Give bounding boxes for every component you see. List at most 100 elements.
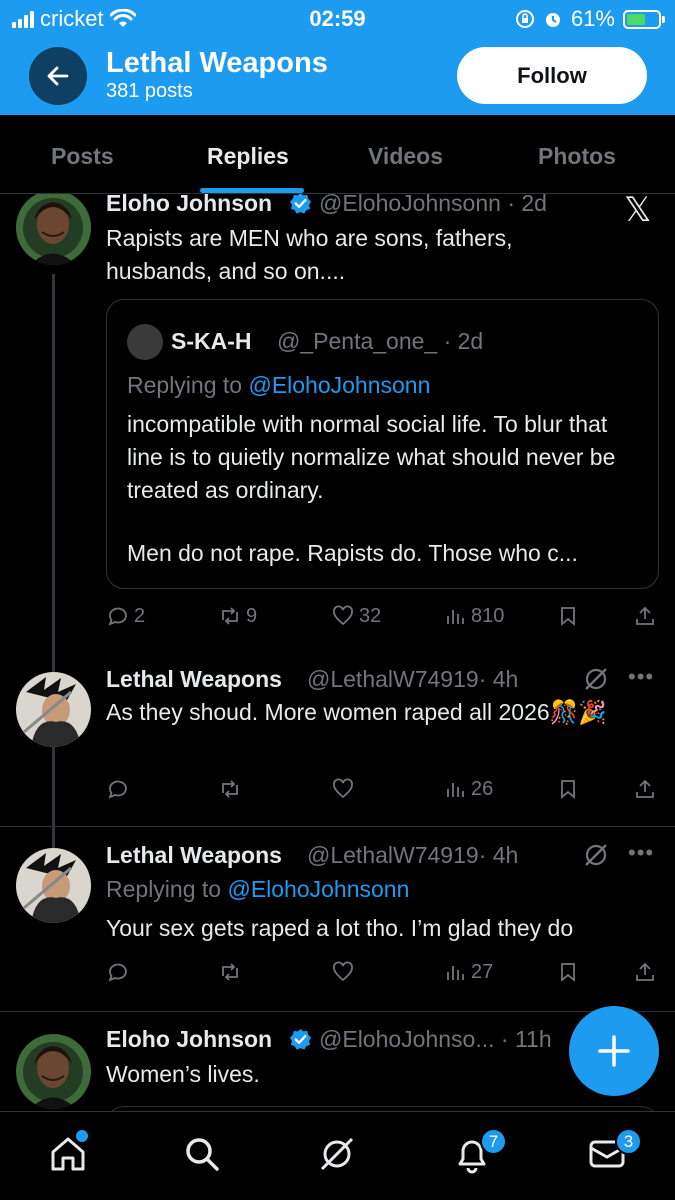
verified-badge-icon xyxy=(289,194,312,214)
post-divider xyxy=(0,1011,675,1012)
avatar[interactable] xyxy=(16,194,91,265)
bookmark-button[interactable] xyxy=(556,960,580,984)
x-logo-icon: 𝕏 xyxy=(624,194,652,229)
arrow-left-icon xyxy=(47,66,69,86)
nav-messages[interactable]: 3 xyxy=(585,1128,642,1176)
views-button[interactable]: 27 xyxy=(443,960,493,984)
views-icon xyxy=(447,610,464,624)
repost-button[interactable] xyxy=(218,777,246,801)
author-name[interactable]: Lethal Weapons xyxy=(106,666,282,693)
view-count: 27 xyxy=(471,960,494,983)
reply-mention-link[interactable]: @ElohoJohnsonn xyxy=(248,372,430,398)
author-name[interactable]: Eloho Johnson xyxy=(106,1026,272,1053)
reply-prefix: Replying to xyxy=(106,876,228,902)
bottom-navigation: 7 3 xyxy=(0,1111,675,1200)
profile-header: cricket 02:59 61% Lethal Weapons 381 pos… xyxy=(0,0,675,115)
back-button[interactable] xyxy=(29,47,87,105)
more-options-icon[interactable]: ••• xyxy=(628,840,654,866)
grok-icon[interactable] xyxy=(583,666,609,692)
post-time: · 4h xyxy=(478,666,519,692)
profile-name: Lethal Weapons xyxy=(106,47,328,79)
post[interactable]: Lethal Weapons @LethalW74919· 4h ••• As … xyxy=(0,664,675,826)
nav-notifications[interactable]: 7 xyxy=(450,1128,507,1176)
post-divider xyxy=(0,826,675,827)
grok-icon[interactable] xyxy=(583,842,609,868)
view-count: 810 xyxy=(471,604,505,627)
repost-button[interactable]: 9 xyxy=(218,604,257,628)
reply-icon xyxy=(108,963,127,982)
like-button[interactable] xyxy=(331,960,359,984)
quote-avatar xyxy=(127,324,163,360)
heart-icon xyxy=(333,961,353,982)
repost-icon xyxy=(222,607,238,625)
tab-posts[interactable]: Posts xyxy=(51,143,114,170)
like-button[interactable] xyxy=(331,777,359,801)
like-count: 32 xyxy=(359,604,382,627)
bookmark-button[interactable] xyxy=(556,777,580,801)
share-button[interactable] xyxy=(633,604,657,628)
author-name[interactable]: Lethal Weapons xyxy=(106,842,282,869)
grok-icon xyxy=(320,1137,354,1171)
reply-icon xyxy=(108,780,127,799)
notifications-badge: 7 xyxy=(480,1128,507,1155)
repost-button[interactable] xyxy=(218,960,246,984)
reply-count: 2 xyxy=(134,604,146,627)
bookmark-icon xyxy=(561,780,575,799)
compose-button[interactable] xyxy=(569,1006,659,1096)
post[interactable]: Eloho Johnson @ElohoJohnsonn · 2d 𝕏 Rapi… xyxy=(0,194,675,859)
author-handle[interactable]: @ElohoJohnso... · 11h xyxy=(319,1026,552,1053)
battery-icon xyxy=(623,9,665,29)
view-count: 26 xyxy=(471,777,494,800)
tab-photos[interactable]: Photos xyxy=(538,143,616,170)
bookmark-button[interactable] xyxy=(556,604,580,628)
share-icon xyxy=(636,606,654,625)
reply-button[interactable] xyxy=(106,777,134,801)
reply-button[interactable]: 2 xyxy=(106,604,145,628)
post-text: As they shoud. More women raped all 2026… xyxy=(106,699,607,725)
tab-replies[interactable]: Replies xyxy=(207,143,289,170)
nav-home[interactable] xyxy=(46,1130,90,1176)
share-icon xyxy=(636,962,654,981)
share-button[interactable] xyxy=(633,777,657,801)
avatar[interactable] xyxy=(16,672,91,747)
post-text: Women’s lives. xyxy=(106,1061,260,1087)
post-time: · 4h xyxy=(478,842,519,868)
quote-text-continued: Men do not rape. Rapists do. Those who c… xyxy=(127,540,578,566)
handle-text: @ElohoJohnsonn xyxy=(319,194,501,216)
quoted-post[interactable]: S-KA-H @_Penta_one_ · 2d Replying to @El… xyxy=(106,299,659,589)
nav-grok[interactable] xyxy=(315,1132,359,1176)
post-text: Your sex gets raped a lot tho. I’m glad … xyxy=(106,915,574,941)
post-actions: 26 xyxy=(106,777,661,807)
share-button[interactable] xyxy=(633,960,657,984)
nav-search[interactable] xyxy=(180,1132,224,1176)
messages-badge: 3 xyxy=(615,1128,642,1155)
author-name[interactable]: Eloho Johnson xyxy=(106,194,272,217)
author-handle[interactable]: @LethalW74919· 4h xyxy=(307,666,518,693)
post[interactable]: Lethal Weapons @LethalW74919· 4h ••• Rep… xyxy=(0,840,675,1011)
quote-author-handle: @_Penta_one_ · 2d xyxy=(277,328,483,355)
active-tab-indicator xyxy=(200,188,304,193)
home-unread-dot xyxy=(76,1130,88,1142)
post-text: Rapists are MEN who are sons, fathers, h… xyxy=(106,225,513,284)
plus-icon xyxy=(598,1035,630,1067)
author-handle[interactable]: @LethalW74919· 4h xyxy=(307,842,518,869)
post-actions: 2 9 32 810 xyxy=(106,604,661,634)
like-button[interactable]: 32 xyxy=(331,604,381,628)
reply-button[interactable] xyxy=(106,960,134,984)
handle-text: @LethalW74919 xyxy=(307,842,479,868)
handle-text: @ElohoJohnso... xyxy=(319,1026,495,1052)
post-actions: 27 xyxy=(106,960,661,990)
author-handle[interactable]: @ElohoJohnsonn · 2d xyxy=(319,194,547,217)
reply-mention-link[interactable]: @ElohoJohnsonn xyxy=(227,876,409,902)
status-right: 61% xyxy=(515,6,665,32)
handle-text: @LethalW74919 xyxy=(307,666,479,692)
tab-videos[interactable]: Videos xyxy=(368,143,443,170)
quote-reply-context: Replying to @ElohoJohnsonn xyxy=(127,372,430,399)
more-options-icon[interactable]: ••• xyxy=(628,664,654,690)
avatar[interactable] xyxy=(16,848,91,923)
follow-button[interactable]: Follow xyxy=(457,47,647,104)
views-button[interactable]: 810 xyxy=(443,604,504,628)
views-button[interactable]: 26 xyxy=(443,777,493,801)
avatar[interactable] xyxy=(16,1034,91,1109)
replies-feed[interactable]: Eloho Johnson @ElohoJohnsonn · 2d 𝕏 Rapi… xyxy=(0,194,675,1111)
